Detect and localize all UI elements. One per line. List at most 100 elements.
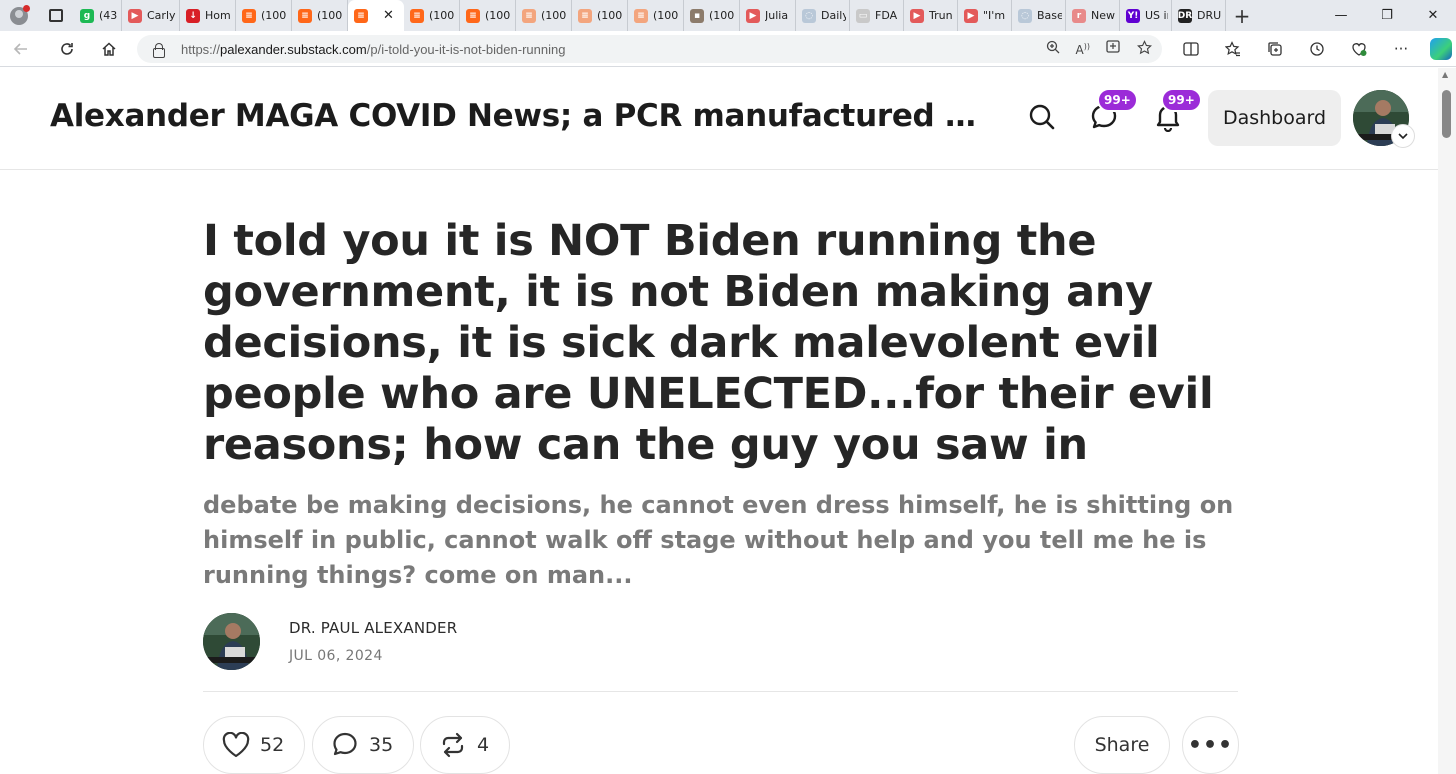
browser-tab[interactable]: DR DRU <box>1172 0 1226 31</box>
settings-more-icon[interactable]: ··· <box>1380 31 1422 67</box>
browser-tab[interactable]: r New <box>1066 0 1120 31</box>
url-text: https://palexander.substack.com/p/i-told… <box>181 41 566 57</box>
author-name[interactable]: DR. PAUL ALEXANDER <box>289 619 457 637</box>
close-tab-icon[interactable]: ✕ <box>383 8 394 23</box>
heart-icon <box>222 732 250 758</box>
browser-tab[interactable]: ≡ (100 <box>628 0 684 31</box>
restore-button[interactable]: ❐ <box>1364 0 1410 31</box>
browser-tab[interactable]: ◌ Daily <box>796 0 850 31</box>
new-tab-button[interactable]: + <box>1226 0 1258 31</box>
home-button[interactable] <box>88 31 130 67</box>
browser-tab[interactable]: ≡ (100 <box>404 0 460 31</box>
comment-count: 35 <box>369 734 394 756</box>
dashboard-button[interactable]: Dashboard <box>1208 90 1341 146</box>
more-options-button[interactable]: ••• <box>1182 716 1239 774</box>
browser-tab[interactable]: ≡ (100 <box>572 0 628 31</box>
lock-icon[interactable] <box>151 42 165 58</box>
post-subtitle: debate be making decisions, he cannot ev… <box>203 491 1234 589</box>
browser-tab[interactable]: Y! US in <box>1120 0 1172 31</box>
tab-favicon-icon: ≡ <box>242 8 256 23</box>
tab-favicon-icon: ≡ <box>410 8 424 23</box>
tab-label: (100 <box>317 9 343 22</box>
tab-label: (100 <box>597 9 623 22</box>
tab-favicon-icon: ▶ <box>910 8 924 23</box>
tab-label: Daily <box>821 9 846 22</box>
tab-label: Base <box>1037 9 1062 22</box>
browser-tab[interactable]: ≡ (100 <box>460 0 516 31</box>
browser-tab[interactable]: ▶ "I'm <box>958 0 1012 31</box>
browser-tab[interactable]: ▶ Julia <box>740 0 796 31</box>
profile-icon[interactable] <box>0 0 38 31</box>
favorites-icon[interactable] <box>1212 31 1254 67</box>
tab-label: DRU <box>1197 9 1222 22</box>
tab-favicon-icon: ≡ <box>522 8 536 23</box>
browser-tab[interactable]: ▪ (100 <box>684 0 740 31</box>
tab-favicon-icon: DR <box>1177 8 1193 23</box>
browser-tabs: g(433▶Carly↓Hom≡(100≡(100≡✕≡(100≡(100≡(1… <box>74 0 1226 31</box>
browser-tab[interactable]: ▭ FDA <box>850 0 904 31</box>
browser-tab[interactable]: ≡ (100 <box>292 0 348 31</box>
tab-favicon-icon: ▭ <box>856 8 870 23</box>
read-aloud-icon[interactable]: A)) <box>1076 42 1090 57</box>
address-bar-row: https://palexander.substack.com/p/i-told… <box>0 31 1456 67</box>
browser-tab[interactable]: g (433 <box>74 0 122 31</box>
tab-favicon-icon: Y! <box>1126 8 1140 23</box>
browser-tab[interactable]: ▶ Trun <box>904 0 958 31</box>
publication-title[interactable]: Alexander MAGA COVID News; a PCR manufac… <box>50 98 995 134</box>
tab-favicon-icon: ▶ <box>964 8 978 23</box>
browser-tab[interactable]: ≡ (100 <box>516 0 572 31</box>
tab-favicon-icon: ↓ <box>186 8 200 23</box>
tab-favicon-icon: g <box>80 8 94 23</box>
history-icon[interactable] <box>1296 31 1338 67</box>
tab-favicon-icon: ≡ <box>298 8 312 23</box>
post-title: I told you it is NOT Biden running the g… <box>203 216 1214 470</box>
tab-favicon-icon: ≡ <box>354 8 368 23</box>
browser-essentials-icon[interactable] <box>1338 31 1380 67</box>
chevron-down-icon[interactable] <box>1391 124 1415 148</box>
site-header: Alexander MAGA COVID News; a PCR manufac… <box>0 68 1438 170</box>
author-avatar[interactable] <box>203 613 260 670</box>
back-button[interactable] <box>0 31 42 67</box>
notifications-badge[interactable]: 99+ <box>1161 88 1202 112</box>
tab-label: (433 <box>99 9 118 22</box>
browser-tab[interactable]: ≡ (100 <box>236 0 292 31</box>
search-icon[interactable] <box>1027 102 1057 132</box>
url-bar-icons: A)) <box>1046 35 1152 63</box>
zoom-icon[interactable] <box>1046 40 1060 58</box>
tab-label: FDA <box>875 9 898 22</box>
browser-tab[interactable]: ▶ Carly <box>122 0 180 31</box>
split-screen-icon[interactable] <box>1170 31 1212 67</box>
close-window-button[interactable]: ✕ <box>1410 0 1456 31</box>
tab-favicon-icon: ≡ <box>578 8 592 23</box>
app-available-icon[interactable] <box>1106 40 1121 58</box>
browser-tab[interactable]: ◌ Base <box>1012 0 1066 31</box>
tab-active[interactable]: ≡ ✕ <box>348 0 404 31</box>
tab-label: Hom <box>205 9 231 22</box>
comment-button[interactable]: 35 <box>312 716 415 774</box>
copilot-icon[interactable] <box>1430 38 1452 60</box>
share-button[interactable]: Share <box>1074 716 1170 774</box>
tab-favicon-icon: ≡ <box>634 8 648 23</box>
collections-icon[interactable] <box>1254 31 1296 67</box>
url-field[interactable]: https://palexander.substack.com/p/i-told… <box>137 35 1162 63</box>
restack-button[interactable]: 4 <box>420 716 511 774</box>
scroll-up-icon[interactable]: ▲ <box>1442 70 1448 79</box>
scrollbar-thumb[interactable] <box>1442 90 1451 138</box>
tab-label: (100 <box>261 9 287 22</box>
like-button[interactable]: 52 <box>203 716 306 774</box>
restack-count: 4 <box>477 734 490 756</box>
tab-label: US in <box>1145 9 1168 22</box>
tab-favicon-icon: ▪ <box>690 8 704 23</box>
minimize-button[interactable]: — <box>1318 0 1364 31</box>
page-scrollbar[interactable]: ▲ <box>1438 68 1456 774</box>
tab-favicon-icon: ▶ <box>746 8 760 23</box>
tab-favicon-icon: ◌ <box>1018 8 1032 23</box>
refresh-button[interactable] <box>46 31 88 67</box>
tab-actions-icon[interactable] <box>38 0 74 31</box>
favorite-star-icon[interactable] <box>1137 39 1152 59</box>
tab-favicon-icon: r <box>1072 8 1086 23</box>
tab-label: New <box>1091 9 1115 22</box>
tab-label: (100 <box>709 9 735 22</box>
messages-badge[interactable]: 99+ <box>1097 88 1138 112</box>
browser-tab[interactable]: ↓ Hom <box>180 0 236 31</box>
